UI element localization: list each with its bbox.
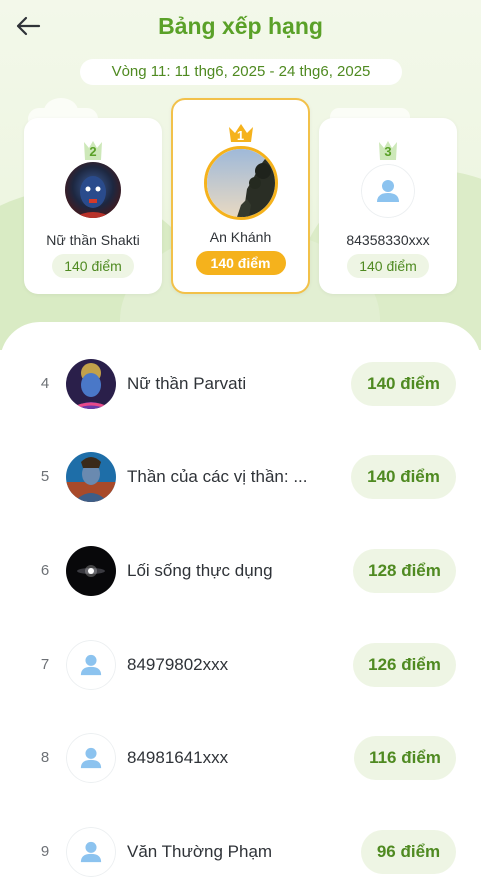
rank-number: 6 xyxy=(40,562,50,579)
rank-number: 8 xyxy=(40,749,50,766)
app-header: Bảng xếp hạng xyxy=(0,0,481,56)
round-date-range: Vòng 11: 11 thg6, 2025 - 24 thg6, 2025 xyxy=(80,59,402,85)
podium-card-rank-1[interactable]: 1 An Khánh 140 điểm xyxy=(171,98,310,294)
list-item-name: Lối sống thực dụng xyxy=(127,561,273,580)
podium-name: Nữ thần Shakti xyxy=(46,232,140,248)
rank-badge-3: 3 xyxy=(377,140,399,162)
avatar xyxy=(203,146,278,220)
rank-number: 9 xyxy=(40,843,50,860)
list-item[interactable]: 8 84981641xxx 116 điểm xyxy=(0,728,481,788)
podium-card-rank-2[interactable]: 2 Nữ thần Shakti 140 điểm xyxy=(24,118,162,294)
page-title: Bảng xếp hạng xyxy=(158,13,323,39)
list-item-score: 128 điểm xyxy=(353,549,456,593)
user-icon xyxy=(66,640,116,690)
rank-badge-2: 2 xyxy=(82,140,104,162)
rank-badge-1: 1 xyxy=(227,122,255,144)
list-item-score: 140 điểm xyxy=(351,455,456,499)
podium-name: An Khánh xyxy=(209,229,272,245)
list-item-score: 126 điểm xyxy=(353,643,456,687)
avatar xyxy=(66,359,116,409)
list-item-score: 96 điểm xyxy=(361,830,456,874)
podium-card-rank-3[interactable]: 3 84358330xxx 140 điểm xyxy=(319,118,457,294)
user-icon xyxy=(66,733,116,783)
user-icon xyxy=(66,827,116,877)
list-item[interactable]: 9 Văn Thường Phạm 96 điểm xyxy=(0,822,481,882)
avatar xyxy=(66,640,116,690)
avatar xyxy=(66,546,116,596)
list-item[interactable]: 7 84979802xxx 126 điểm xyxy=(0,635,481,695)
list-item-score: 140 điểm xyxy=(351,362,456,406)
rank-number: 5 xyxy=(40,468,50,485)
podium-name: 84358330xxx xyxy=(346,232,430,248)
avatar xyxy=(361,164,415,218)
podium-score: 140 điểm xyxy=(195,251,286,275)
avatar xyxy=(66,733,116,783)
avatar xyxy=(66,827,116,877)
list-item-name: 84981641xxx xyxy=(127,748,229,767)
podium-score: 140 điểm xyxy=(347,254,429,278)
avatar xyxy=(66,452,116,502)
list-item-score: 116 điểm xyxy=(354,736,456,780)
list-item-name: Thần của các vị thần: ... xyxy=(127,467,308,486)
list-item-name: Nữ thần Parvati xyxy=(127,374,247,393)
rank-number: 7 xyxy=(40,656,50,673)
list-item[interactable]: 6 Lối sống thực dụng 128 điểm xyxy=(0,541,481,601)
list-item[interactable]: 5 Thần của các vị thần: ... 140 điểm xyxy=(0,447,481,507)
rank-number: 4 xyxy=(40,375,50,392)
list-item-name: 84979802xxx xyxy=(127,655,229,674)
list-item-name: Văn Thường Phạm xyxy=(127,842,273,861)
podium-score: 140 điểm xyxy=(52,254,134,278)
avatar xyxy=(65,162,121,218)
list-item[interactable]: 4 Nữ thần Parvati 140 điểm xyxy=(0,354,481,414)
user-icon xyxy=(361,164,415,218)
